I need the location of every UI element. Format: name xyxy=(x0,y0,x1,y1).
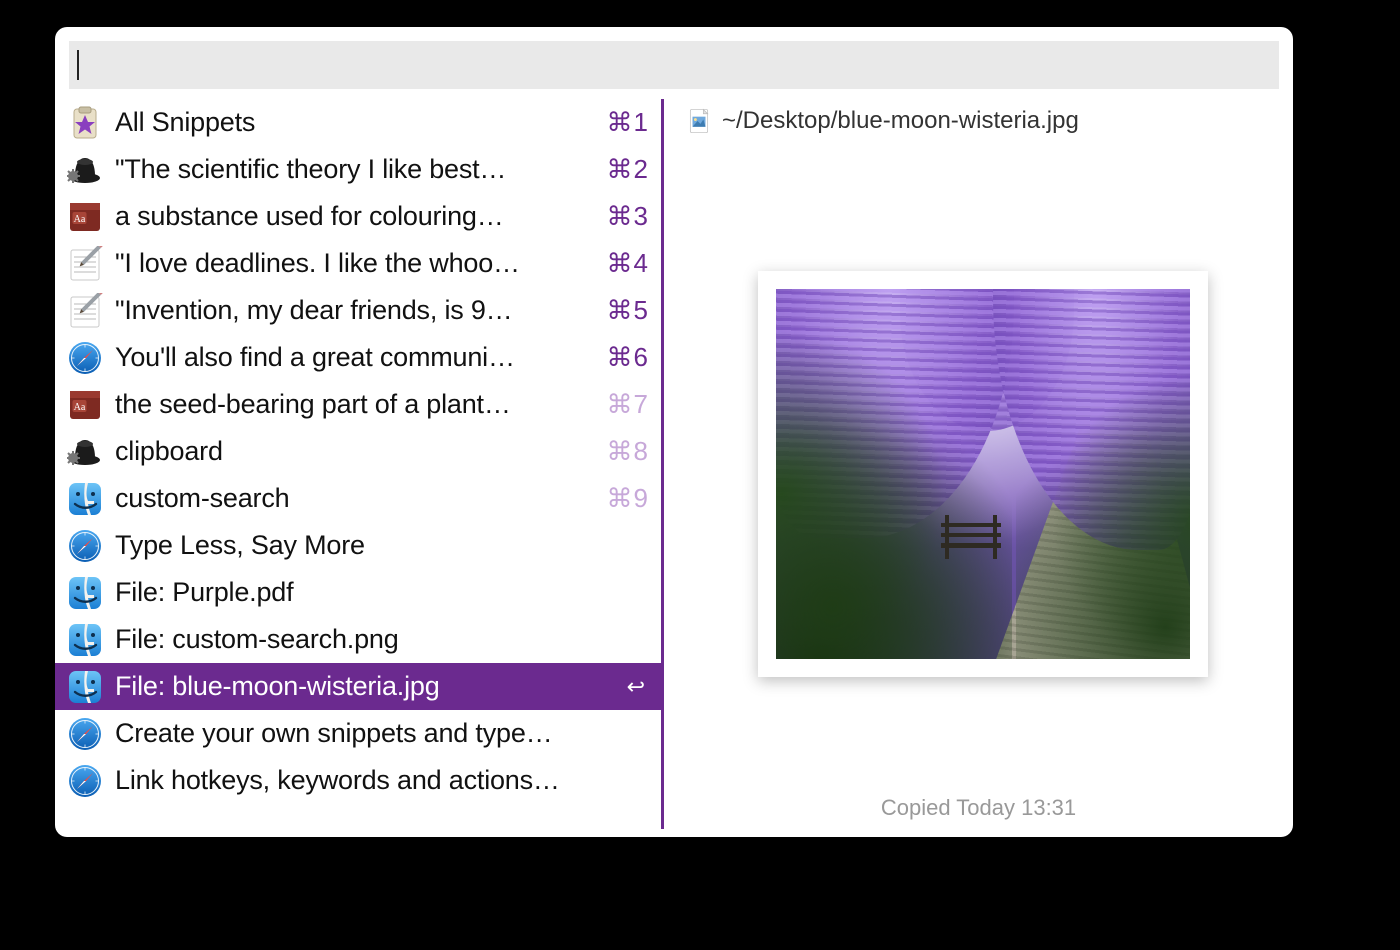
result-label: Link hotkeys, keywords and actions… xyxy=(115,765,655,796)
result-row[interactable]: "Invention, my dear friends, is 9… ⌘5 xyxy=(65,287,661,334)
dictionary-icon xyxy=(67,199,103,235)
result-label: File: blue-moon-wisteria.jpg xyxy=(115,671,615,702)
shortcut-label: ⌘2 xyxy=(607,154,655,185)
result-label: All Snippets xyxy=(115,107,595,138)
result-label: File: Purple.pdf xyxy=(115,577,655,608)
hat-gear-icon xyxy=(67,152,103,188)
result-row[interactable]: "I love deadlines. I like the whoo… ⌘4 xyxy=(65,240,661,287)
shortcut-label: ⌘6 xyxy=(607,342,655,373)
result-row[interactable]: Type Less, Say More xyxy=(65,522,661,569)
shortcut-label: ⌘9 xyxy=(607,483,655,514)
result-row[interactable]: Create your own snippets and type… xyxy=(65,710,661,757)
result-label: "I love deadlines. I like the whoo… xyxy=(115,248,595,279)
result-row[interactable]: All Snippets ⌘1 xyxy=(65,99,661,146)
shortcut-label: ⌘8 xyxy=(607,436,655,467)
result-row[interactable]: custom-search ⌘9 xyxy=(65,475,661,522)
result-row[interactable]: Link hotkeys, keywords and actions… xyxy=(65,757,661,804)
result-row[interactable]: File: blue-moon-wisteria.jpg ↩ xyxy=(55,663,661,710)
shortcut-label: ⌘3 xyxy=(607,201,655,232)
result-label: You'll also find a great communi… xyxy=(115,342,595,373)
preview-caption: Copied Today 13:31 xyxy=(664,795,1293,821)
result-label: Create your own snippets and type… xyxy=(115,718,655,749)
hat-gear-icon xyxy=(67,434,103,470)
preview-pane: ~/Desktop/blue-moon-wisteria.jpg Copied … xyxy=(664,99,1293,829)
result-row[interactable]: "The scientific theory I like best… ⌘2 xyxy=(65,146,661,193)
safari-icon xyxy=(67,716,103,752)
finder-icon xyxy=(67,669,103,705)
image-file-icon xyxy=(686,108,712,134)
finder-icon xyxy=(67,575,103,611)
safari-icon xyxy=(67,763,103,799)
preview-path: ~/Desktop/blue-moon-wisteria.jpg xyxy=(722,107,1079,135)
body: All Snippets ⌘1 "The scientific theory I l… xyxy=(55,99,1293,837)
result-row[interactable]: a substance used for colouring… ⌘3 xyxy=(65,193,661,240)
notepad-icon xyxy=(67,293,103,329)
notepad-icon xyxy=(67,246,103,282)
shortcut-label: ⌘1 xyxy=(607,107,655,138)
preview-header: ~/Desktop/blue-moon-wisteria.jpg xyxy=(686,101,1279,141)
clipboard-window: All Snippets ⌘1 "The scientific theory I l… xyxy=(55,27,1293,837)
result-label: clipboard xyxy=(115,436,595,467)
return-icon: ↩ xyxy=(627,674,655,700)
preview-thumbnail-frame xyxy=(758,271,1208,677)
result-row[interactable]: File: custom-search.png xyxy=(65,616,661,663)
result-row[interactable]: the seed-bearing part of a plant… ⌘7 xyxy=(65,381,661,428)
preview-thumbnail xyxy=(776,289,1190,659)
result-row[interactable]: You'll also find a great communi… ⌘6 xyxy=(65,334,661,381)
result-label: "The scientific theory I like best… xyxy=(115,154,595,185)
results-list: All Snippets ⌘1 "The scientific theory I l… xyxy=(55,99,661,829)
search-bar[interactable] xyxy=(69,41,1279,89)
result-row[interactable]: File: Purple.pdf xyxy=(65,569,661,616)
result-label: custom-search xyxy=(115,483,595,514)
result-label: File: custom-search.png xyxy=(115,624,655,655)
shortcut-label: ⌘4 xyxy=(607,248,655,279)
result-label: "Invention, my dear friends, is 9… xyxy=(115,295,595,326)
result-label: a substance used for colouring… xyxy=(115,201,595,232)
finder-icon xyxy=(67,622,103,658)
dictionary-icon xyxy=(67,387,103,423)
shortcut-label: ⌘5 xyxy=(607,295,655,326)
shortcut-label: ⌘7 xyxy=(607,389,655,420)
search-input[interactable] xyxy=(79,49,1271,82)
safari-icon xyxy=(67,528,103,564)
finder-icon xyxy=(67,481,103,517)
result-row[interactable]: clipboard ⌘8 xyxy=(65,428,661,475)
snippets-star-icon xyxy=(67,105,103,141)
result-label: Type Less, Say More xyxy=(115,530,655,561)
safari-icon xyxy=(67,340,103,376)
result-label: the seed-bearing part of a plant… xyxy=(115,389,595,420)
